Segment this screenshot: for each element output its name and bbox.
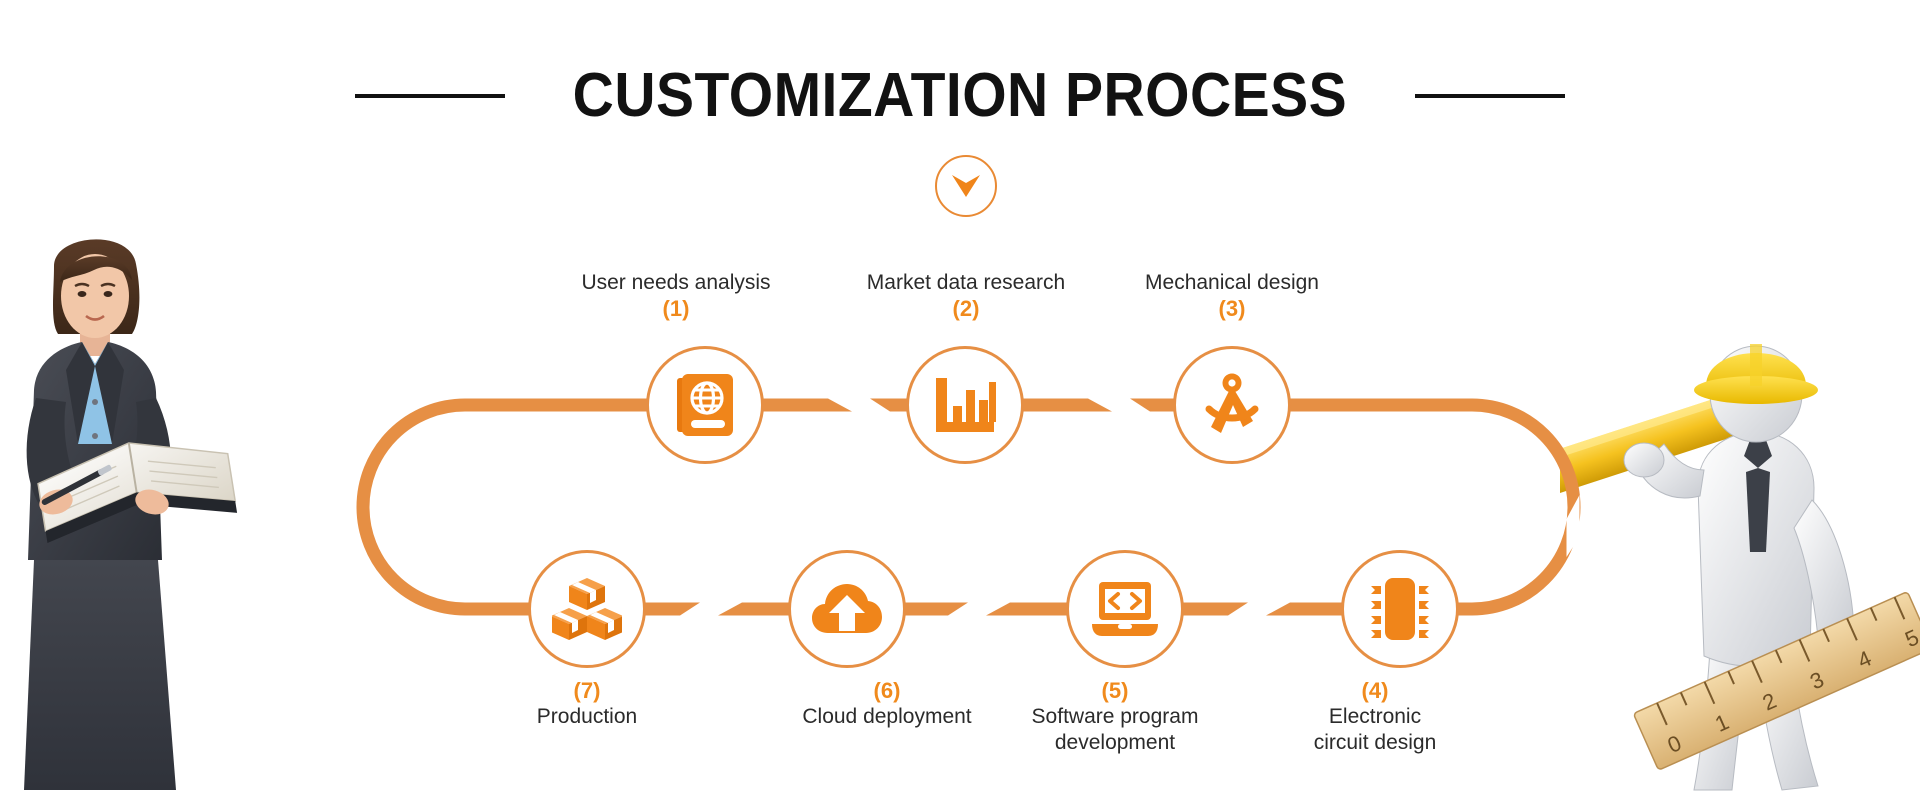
step-1-label-block: User needs analysis (1) (546, 270, 806, 322)
step-4-label-line1: Electronic (1328, 705, 1422, 728)
drafting-compass-icon (1205, 373, 1259, 433)
step-2-number: (2) (952, 296, 980, 321)
step-1-label: User needs analysis (581, 271, 771, 294)
step-3-number: (3) (1218, 296, 1246, 321)
step-7-number: (7) (573, 678, 601, 703)
step-7-node[interactable] (528, 550, 646, 668)
boxes-stack-icon (552, 578, 622, 640)
step-7-label-block: (7) Production (487, 678, 687, 730)
step-3-label: Mechanical design (1145, 271, 1319, 294)
step-3-label-block: Mechanical design (3) (1082, 270, 1382, 322)
passport-globe-book-icon (677, 374, 733, 436)
step-4-label-line2: circuit design (1313, 731, 1437, 754)
step-7-label: Production (536, 705, 638, 728)
step-4-number: (4) (1361, 678, 1389, 703)
step-2-label-block: Market data research (2) (806, 270, 1126, 322)
infographic-canvas: CUSTOMIZATION PROCESS 0 1 2 3 4 5 User n… (0, 0, 1920, 800)
step-6-label-block: (6) Cloud deployment (747, 678, 1027, 730)
step-5-node[interactable] (1066, 550, 1184, 668)
step-2-node[interactable] (906, 346, 1024, 464)
step-5-label-line2: development (1054, 731, 1176, 754)
step-6-number: (6) (873, 678, 901, 703)
step-4-node[interactable] (1341, 550, 1459, 668)
step-2-label: Market data research (866, 271, 1066, 294)
step-4-label-block: (4) Electronic circuit design (1275, 678, 1475, 756)
bar-chart-icon (936, 378, 996, 432)
microchip-icon (1371, 578, 1429, 640)
step-1-number: (1) (662, 296, 690, 321)
cloud-upload-icon (812, 584, 882, 633)
step-6-label: Cloud deployment (802, 705, 972, 728)
step-6-node[interactable] (788, 550, 906, 668)
step-3-node[interactable] (1173, 346, 1291, 464)
laptop-code-icon (1092, 582, 1158, 636)
step-1-node[interactable] (646, 346, 764, 464)
